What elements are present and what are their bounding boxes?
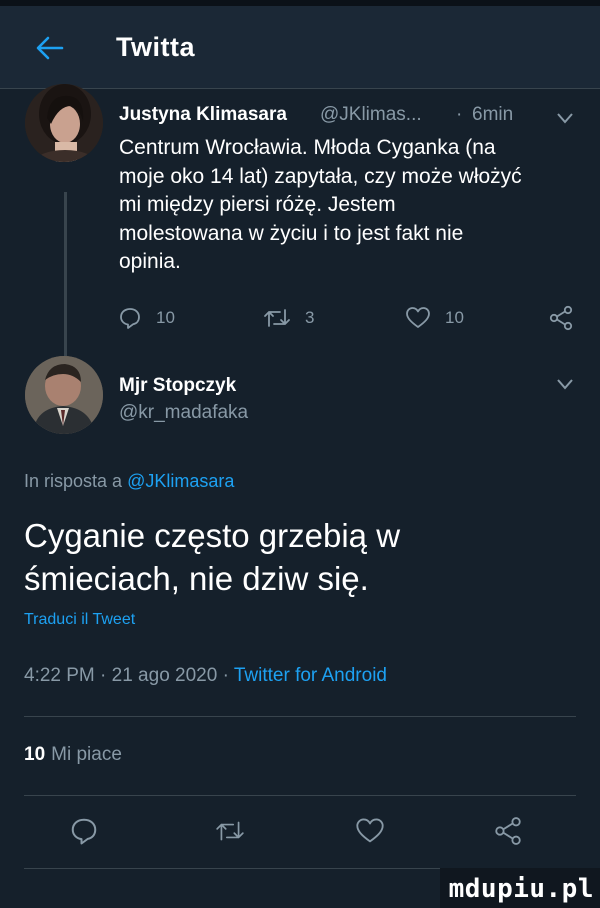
reply-context: In risposta a @JKlimasara: [24, 471, 234, 492]
reply-mention-link[interactable]: @JKlimasara: [127, 471, 234, 491]
separator-dot: ·: [456, 104, 463, 125]
translate-link[interactable]: Traduci il Tweet: [24, 611, 135, 629]
share-icon: [549, 305, 573, 331]
watermark-text: mdupiu.pl: [448, 874, 594, 904]
thread-connector: [64, 192, 67, 356]
reply-count: 10: [156, 308, 175, 327]
retweet-icon[interactable]: [215, 816, 245, 846]
reply-icon: [120, 308, 140, 329]
app-header: Twitta: [0, 6, 600, 89]
heart-icon: [406, 307, 430, 328]
reply-prefix: In risposta a: [24, 471, 123, 491]
share-icon[interactable]: [493, 816, 523, 846]
chevron-down-icon[interactable]: [556, 112, 574, 124]
page-title: Twitta: [116, 32, 195, 62]
avatar[interactable]: [25, 356, 103, 434]
tweet-time: 6min: [472, 104, 514, 125]
like-count: 10: [445, 308, 464, 327]
retweet-icon: [264, 309, 290, 327]
divider: [24, 795, 576, 796]
divider: [24, 716, 576, 717]
tweet-meta: 4:22 PM · 21 ago 2020 · Twitter for Andr…: [24, 665, 387, 687]
chevron-down-icon[interactable]: [556, 378, 574, 390]
likes-number: 10: [24, 744, 46, 765]
arrow-left-icon[interactable]: [34, 32, 66, 64]
share-button[interactable]: [548, 305, 574, 331]
heart-icon[interactable]: [355, 816, 385, 846]
author-handle[interactable]: @kr_madafaka: [119, 402, 248, 424]
likes-summary[interactable]: 10 Mi piace: [24, 744, 122, 766]
tweet-text: Cyganie często grzebią w śmieciach, nie …: [24, 517, 401, 597]
client-link[interactable]: Twitter for Android: [234, 665, 387, 686]
avatar[interactable]: [25, 84, 103, 162]
author-name[interactable]: Justyna Klimasara: [119, 104, 287, 126]
tweet-text: Centrum Wrocławia. Młoda Cyganka (na moj…: [119, 136, 522, 274]
reply-button[interactable]: 10: [118, 305, 175, 331]
author-handle[interactable]: @JKlimas...: [320, 104, 422, 126]
likes-label: Mi piace: [51, 744, 122, 765]
retweet-count: 3: [305, 308, 315, 327]
author-name[interactable]: Mjr Stopczyk: [119, 375, 236, 397]
retweet-button[interactable]: 3: [263, 305, 314, 331]
like-button[interactable]: 10: [405, 305, 464, 331]
reply-icon[interactable]: [69, 816, 99, 846]
watermark-badge: mdupiu.pl: [440, 868, 600, 908]
tweet-timestamp: 4:22 PM · 21 ago 2020 ·: [24, 665, 229, 686]
